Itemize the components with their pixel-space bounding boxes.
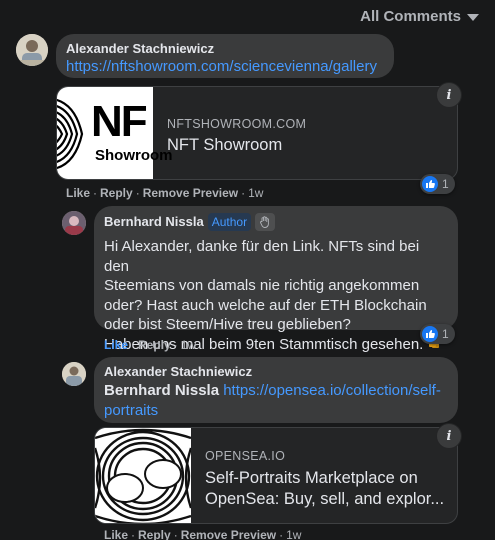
comment-author-name[interactable]: Bernhard Nissla: [104, 214, 204, 230]
caret-down-icon: [467, 13, 479, 21]
preview-title: NFT Showroom: [167, 136, 283, 154]
comment-actions: Like · Reply · 1w: [104, 338, 196, 352]
info-icon[interactable]: i: [437, 83, 461, 107]
comment-bubble: Alexander Stachniewicz Bernhard Nissla h…: [94, 357, 458, 423]
comment-bubble: Bernhard Nissla Author Hi Alexander, dan…: [94, 206, 458, 353]
reaction-count: 1: [442, 327, 449, 341]
separator: ·: [131, 338, 136, 352]
separator: ·: [173, 338, 178, 352]
comment-header: Bernhard Nissla Author: [104, 213, 448, 231]
info-icon[interactable]: i: [437, 424, 461, 448]
comment-actions: Like · Reply · Remove Preview · 1w: [104, 528, 301, 540]
link-preview-card[interactable]: NF Showroom NFTSHOWROOM.COM NFT Showroom: [56, 86, 458, 180]
logo-text-showroom: Showroom: [95, 147, 173, 164]
comment-link-continued[interactable]: portraits: [104, 401, 448, 421]
mention-tag[interactable]: Bernhard Nissla: [104, 382, 219, 399]
comment-timestamp[interactable]: 1w: [286, 528, 301, 540]
comment-filter-label: All Comments: [360, 7, 461, 25]
reply-button[interactable]: Reply: [138, 338, 171, 352]
author-badge: Author: [207, 213, 252, 231]
preview-title-line: OpenSea: Buy, sell, and explor...: [205, 490, 445, 508]
separator: ·: [241, 186, 246, 200]
reply-button[interactable]: Reply: [100, 186, 133, 200]
op-art-image-icon: [95, 428, 191, 523]
thumbs-up-icon: [422, 176, 438, 192]
link-preview-card[interactable]: OPENSEA.IO Self-Portraits Marketplace on…: [94, 427, 458, 524]
logo-text-nf: NF: [91, 97, 148, 146]
comment-filter-dropdown[interactable]: All Comments: [360, 6, 479, 26]
self-portrait-thumbnail: [95, 428, 191, 523]
reaction-summary[interactable]: 1: [420, 174, 455, 194]
comment-link[interactable]: https://opensea.io/collection/self-: [223, 382, 441, 399]
separator: ·: [93, 186, 98, 200]
reply-button[interactable]: Reply: [138, 528, 171, 540]
reaction-count: 1: [442, 177, 449, 191]
comment-bubble: Alexander Stachniewicz https://nftshowro…: [56, 34, 394, 78]
comment-text: Bernhard Nissla https://opensea.io/colle…: [104, 381, 448, 401]
preview-domain: NFTSHOWROOM.COM: [167, 117, 307, 131]
like-button[interactable]: Like: [104, 338, 128, 352]
comment-text-line: Hi Alexander, danke für den Link. NFTs s…: [104, 238, 420, 275]
comment-text-line: Steemians von damals nie richtig angekom…: [104, 277, 420, 294]
avatar[interactable]: [16, 34, 48, 66]
comment-timestamp[interactable]: 1w: [181, 338, 196, 352]
separator: ·: [135, 186, 140, 200]
comment-text: Hi Alexander, danke für den Link. NFTs s…: [104, 237, 448, 354]
avatar[interactable]: [62, 362, 86, 386]
separator: ·: [279, 528, 284, 540]
comment-actions: Like · Reply · Remove Preview · 1w: [66, 186, 263, 200]
comment-link[interactable]: https://nftshowroom.com/sciencevienna/ga…: [66, 57, 384, 77]
separator: ·: [173, 528, 178, 540]
preview-title-line: Self-Portraits Marketplace on: [205, 469, 418, 487]
remove-preview-button[interactable]: Remove Preview: [181, 528, 276, 540]
comment-author-name[interactable]: Alexander Stachniewicz: [104, 364, 448, 380]
remove-preview-button[interactable]: Remove Preview: [143, 186, 238, 200]
like-button[interactable]: Like: [66, 186, 90, 200]
comment-timestamp[interactable]: 1w: [248, 186, 263, 200]
comment-author-name[interactable]: Alexander Stachniewicz: [66, 41, 384, 57]
comment-text-line: oder? Hast auch welche auf der ETH Block…: [104, 296, 427, 314]
hand-badge-icon: [255, 213, 276, 231]
preview-domain: OPENSEA.IO: [205, 449, 286, 463]
like-button[interactable]: Like: [104, 528, 128, 540]
reaction-summary[interactable]: 1: [420, 324, 455, 344]
thumbs-up-icon: [422, 326, 438, 342]
nft-showroom-logo: NF Showroom: [57, 87, 173, 179]
separator: ·: [131, 528, 136, 540]
avatar[interactable]: [62, 211, 86, 235]
comment-text-line: oder bist Steem/Hive treu geblieben?: [104, 316, 351, 333]
